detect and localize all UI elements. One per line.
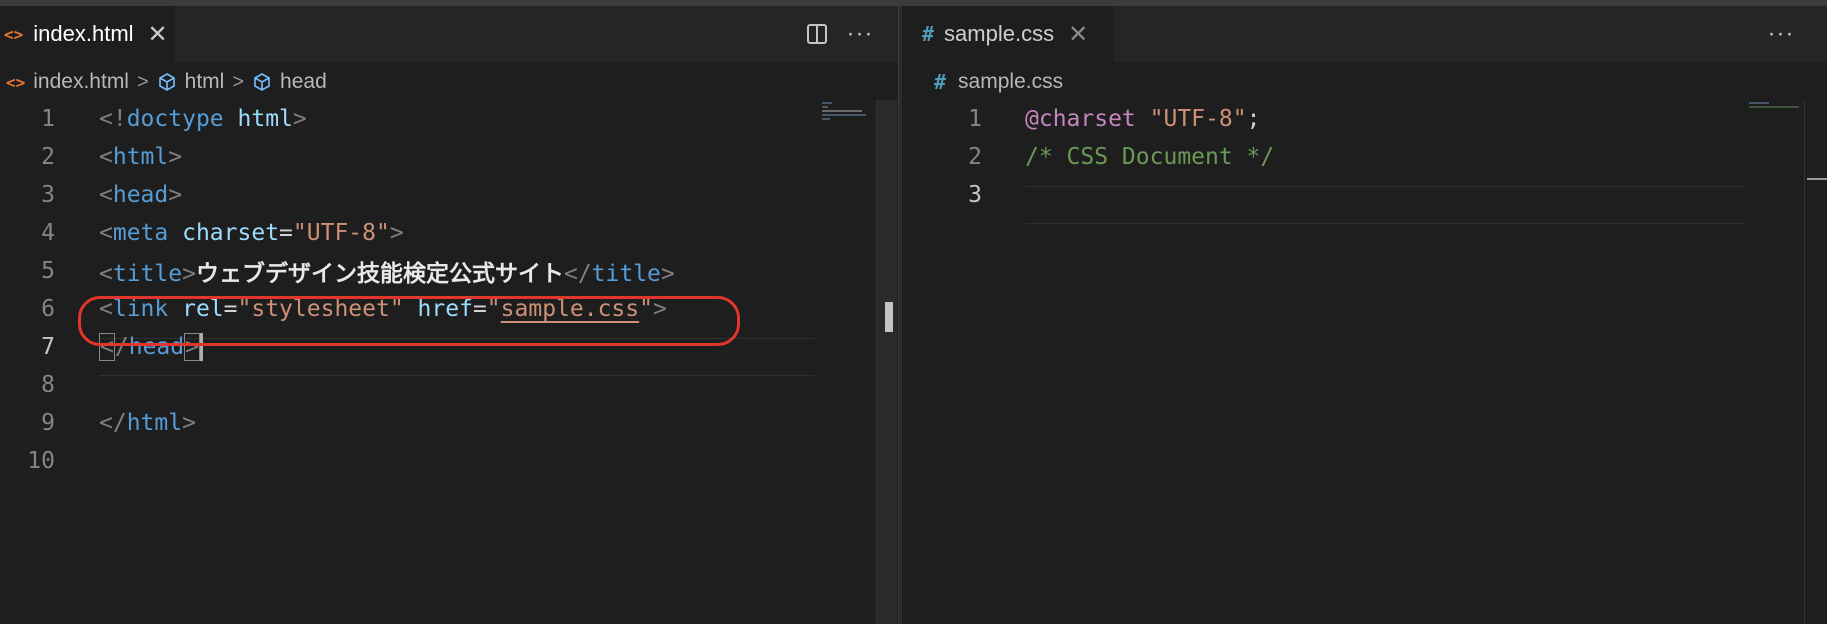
line-content: <!doctype html>	[99, 106, 307, 132]
css-file-icon: #	[922, 22, 935, 46]
breadcrumb-item-index-html[interactable]: index.html	[33, 70, 129, 94]
code-line: 8	[0, 366, 55, 404]
breadcrumb: # sample.css	[902, 68, 1827, 96]
line-number: 7	[41, 334, 55, 360]
line-number: 3	[968, 182, 982, 208]
line-number: 1	[41, 106, 55, 132]
line-content: /* CSS Document */	[1025, 144, 1275, 170]
scrollbar-cursor-marker	[885, 302, 893, 332]
vertical-scrollbar[interactable]	[876, 100, 897, 624]
chevron-right-icon: >	[232, 70, 245, 93]
html-file-icon: <>	[6, 72, 26, 92]
line-content: <head>	[99, 182, 183, 208]
close-icon[interactable]: ✕	[148, 20, 168, 49]
code-line: 2 /* CSS Document */	[902, 138, 1274, 176]
line-number: 9	[41, 410, 55, 436]
minimap[interactable]	[1749, 102, 1799, 126]
breadcrumb: <> index.html > html > head	[0, 68, 898, 96]
left-editor-group: <> index.html ✕ ··· <> index.html > html…	[0, 6, 898, 624]
line-number: 2	[968, 144, 982, 170]
code-line: 10	[0, 442, 55, 480]
code-line: 1 <!doctype html>	[0, 100, 307, 138]
line-content: <html>	[99, 144, 183, 170]
line-number: 3	[41, 182, 55, 208]
more-actions-button[interactable]: ···	[846, 20, 874, 48]
line-number: 1	[968, 106, 982, 132]
right-editor-group: # sample.css ✕ ··· # sample.css 1 @chars…	[902, 6, 1827, 624]
cube-icon	[158, 73, 175, 91]
line-content: <title>ウェブデザイン技能検定公式サイト</title>	[99, 261, 675, 287]
minimap[interactable]	[822, 102, 868, 126]
code-line: 3 <head>	[0, 176, 182, 214]
right-tab-bar: # sample.css ✕ ···	[902, 6, 1827, 62]
scrollbar-cursor-marker	[1807, 178, 1827, 180]
breadcrumb-item-head[interactable]: head	[280, 70, 327, 94]
tab-label: index.html	[33, 21, 134, 46]
split-editor-button[interactable]	[803, 20, 831, 48]
line-number: 5	[41, 258, 55, 284]
line-content: </html>	[99, 410, 196, 436]
split-editor-icon	[807, 24, 827, 44]
close-icon[interactable]: ✕	[1068, 20, 1088, 49]
html-file-icon: <>	[4, 24, 24, 44]
tab-label: sample.css	[944, 21, 1055, 46]
code-line: 2 <html>	[0, 138, 182, 176]
code-line: 6 <link rel="stylesheet" href="sample.cs…	[0, 290, 667, 328]
line-content: <meta charset="UTF-8">	[99, 220, 404, 246]
line-number: 8	[41, 372, 55, 398]
left-tab-bar: <> index.html ✕ ···	[0, 6, 898, 62]
line-number: 4	[41, 220, 55, 246]
css-file-icon: #	[934, 70, 947, 94]
code-line: 1 @charset "UTF-8";	[902, 100, 1260, 138]
line-number: 10	[27, 448, 55, 474]
tab-index-html[interactable]: <> index.html ✕	[0, 6, 174, 62]
breadcrumb-item-sample-css[interactable]: sample.css	[958, 70, 1063, 94]
code-line: 7 </head>	[0, 328, 203, 366]
code-line: 5 <title>ウェブデザイン技能検定公式サイト</title>	[0, 252, 675, 290]
chevron-right-icon: >	[136, 70, 149, 93]
current-line-highlight	[1025, 186, 1745, 224]
code-line: 9 </html>	[0, 404, 196, 442]
line-number: 6	[41, 296, 55, 322]
tab-sample-css[interactable]: # sample.css ✕	[902, 6, 1114, 62]
more-actions-button[interactable]: ···	[1767, 20, 1795, 48]
line-content: @charset "UTF-8";	[1025, 106, 1261, 132]
code-line: 4 <meta charset="UTF-8">	[0, 214, 404, 252]
code-line: 3	[902, 176, 982, 214]
breadcrumb-item-html[interactable]: html	[185, 70, 225, 94]
cube-icon	[254, 73, 270, 91]
annotation-ring	[78, 296, 740, 346]
line-number: 2	[41, 144, 55, 170]
